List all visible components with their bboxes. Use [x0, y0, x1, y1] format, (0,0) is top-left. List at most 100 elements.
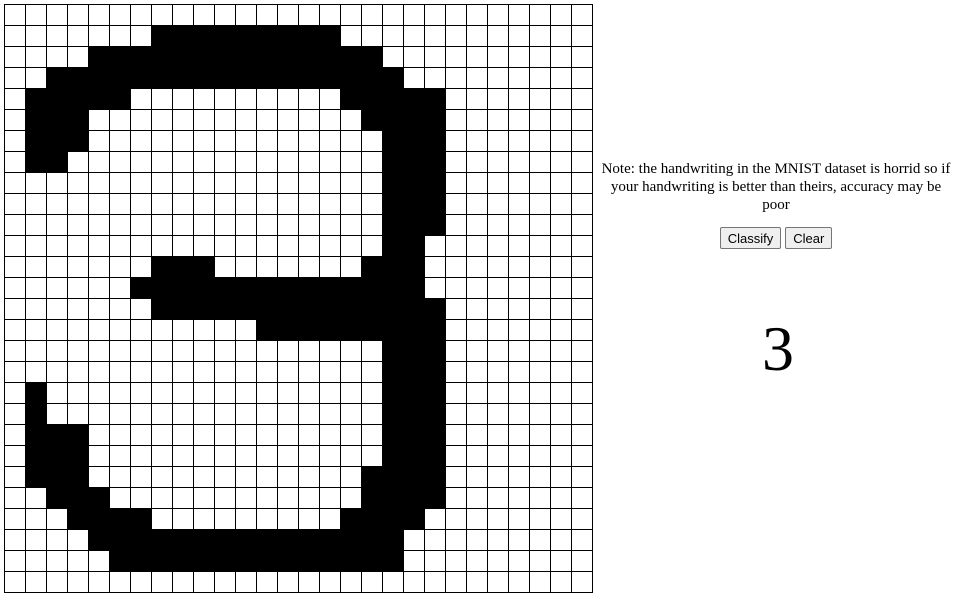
grid-cell[interactable] — [5, 446, 26, 467]
grid-cell[interactable] — [572, 257, 593, 278]
grid-cell[interactable] — [404, 89, 425, 110]
grid-cell[interactable] — [341, 152, 362, 173]
grid-cell[interactable] — [236, 572, 257, 593]
grid-cell[interactable] — [530, 215, 551, 236]
grid-cell[interactable] — [47, 383, 68, 404]
grid-cell[interactable] — [278, 5, 299, 26]
grid-cell[interactable] — [320, 551, 341, 572]
grid-cell[interactable] — [299, 404, 320, 425]
grid-cell[interactable] — [299, 194, 320, 215]
grid-cell[interactable] — [5, 89, 26, 110]
grid-cell[interactable] — [194, 26, 215, 47]
grid-cell[interactable] — [404, 488, 425, 509]
grid-cell[interactable] — [131, 236, 152, 257]
grid-cell[interactable] — [404, 236, 425, 257]
grid-cell[interactable] — [257, 446, 278, 467]
grid-cell[interactable] — [257, 341, 278, 362]
grid-cell[interactable] — [488, 341, 509, 362]
grid-cell[interactable] — [446, 89, 467, 110]
grid-cell[interactable] — [68, 68, 89, 89]
grid-cell[interactable] — [68, 152, 89, 173]
grid-cell[interactable] — [278, 572, 299, 593]
grid-cell[interactable] — [236, 425, 257, 446]
grid-cell[interactable] — [89, 110, 110, 131]
grid-cell[interactable] — [425, 278, 446, 299]
grid-cell[interactable] — [68, 509, 89, 530]
grid-cell[interactable] — [509, 383, 530, 404]
grid-cell[interactable] — [89, 299, 110, 320]
grid-cell[interactable] — [215, 26, 236, 47]
grid-cell[interactable] — [194, 404, 215, 425]
grid-cell[interactable] — [26, 404, 47, 425]
grid-cell[interactable] — [257, 194, 278, 215]
grid-cell[interactable] — [425, 320, 446, 341]
grid-cell[interactable] — [551, 572, 572, 593]
grid-cell[interactable] — [5, 509, 26, 530]
grid-cell[interactable] — [26, 173, 47, 194]
grid-cell[interactable] — [278, 467, 299, 488]
grid-cell[interactable] — [362, 467, 383, 488]
grid-cell[interactable] — [278, 446, 299, 467]
grid-cell[interactable] — [110, 215, 131, 236]
grid-cell[interactable] — [404, 257, 425, 278]
grid-cell[interactable] — [68, 257, 89, 278]
grid-cell[interactable] — [299, 299, 320, 320]
grid-cell[interactable] — [572, 341, 593, 362]
grid-cell[interactable] — [362, 362, 383, 383]
grid-cell[interactable] — [173, 488, 194, 509]
grid-cell[interactable] — [425, 5, 446, 26]
grid-cell[interactable] — [425, 572, 446, 593]
grid-cell[interactable] — [362, 215, 383, 236]
grid-cell[interactable] — [362, 278, 383, 299]
grid-cell[interactable] — [131, 509, 152, 530]
grid-cell[interactable] — [383, 467, 404, 488]
grid-cell[interactable] — [26, 26, 47, 47]
grid-cell[interactable] — [194, 278, 215, 299]
grid-cell[interactable] — [173, 5, 194, 26]
grid-cell[interactable] — [152, 173, 173, 194]
grid-cell[interactable] — [362, 446, 383, 467]
grid-cell[interactable] — [488, 572, 509, 593]
grid-cell[interactable] — [299, 278, 320, 299]
grid-cell[interactable] — [551, 509, 572, 530]
grid-cell[interactable] — [383, 362, 404, 383]
grid-cell[interactable] — [194, 551, 215, 572]
grid-cell[interactable] — [362, 173, 383, 194]
grid-cell[interactable] — [173, 110, 194, 131]
grid-cell[interactable] — [236, 551, 257, 572]
grid-cell[interactable] — [89, 467, 110, 488]
grid-cell[interactable] — [89, 152, 110, 173]
grid-cell[interactable] — [47, 572, 68, 593]
grid-cell[interactable] — [341, 173, 362, 194]
grid-cell[interactable] — [110, 131, 131, 152]
grid-cell[interactable] — [572, 383, 593, 404]
grid-cell[interactable] — [551, 194, 572, 215]
grid-cell[interactable] — [551, 173, 572, 194]
grid-cell[interactable] — [488, 194, 509, 215]
grid-cell[interactable] — [236, 152, 257, 173]
grid-cell[interactable] — [236, 131, 257, 152]
grid-cell[interactable] — [509, 425, 530, 446]
grid-cell[interactable] — [26, 110, 47, 131]
grid-cell[interactable] — [152, 47, 173, 68]
grid-cell[interactable] — [341, 509, 362, 530]
grid-cell[interactable] — [5, 5, 26, 26]
grid-cell[interactable] — [47, 530, 68, 551]
grid-cell[interactable] — [320, 236, 341, 257]
grid-cell[interactable] — [572, 467, 593, 488]
grid-cell[interactable] — [173, 26, 194, 47]
grid-cell[interactable] — [362, 299, 383, 320]
grid-cell[interactable] — [131, 425, 152, 446]
grid-cell[interactable] — [572, 47, 593, 68]
grid-cell[interactable] — [236, 236, 257, 257]
grid-cell[interactable] — [68, 215, 89, 236]
grid-cell[interactable] — [341, 110, 362, 131]
grid-cell[interactable] — [5, 26, 26, 47]
grid-cell[interactable] — [488, 68, 509, 89]
grid-cell[interactable] — [467, 110, 488, 131]
grid-cell[interactable] — [446, 383, 467, 404]
grid-cell[interactable] — [425, 362, 446, 383]
grid-cell[interactable] — [467, 236, 488, 257]
grid-cell[interactable] — [257, 236, 278, 257]
grid-cell[interactable] — [47, 425, 68, 446]
